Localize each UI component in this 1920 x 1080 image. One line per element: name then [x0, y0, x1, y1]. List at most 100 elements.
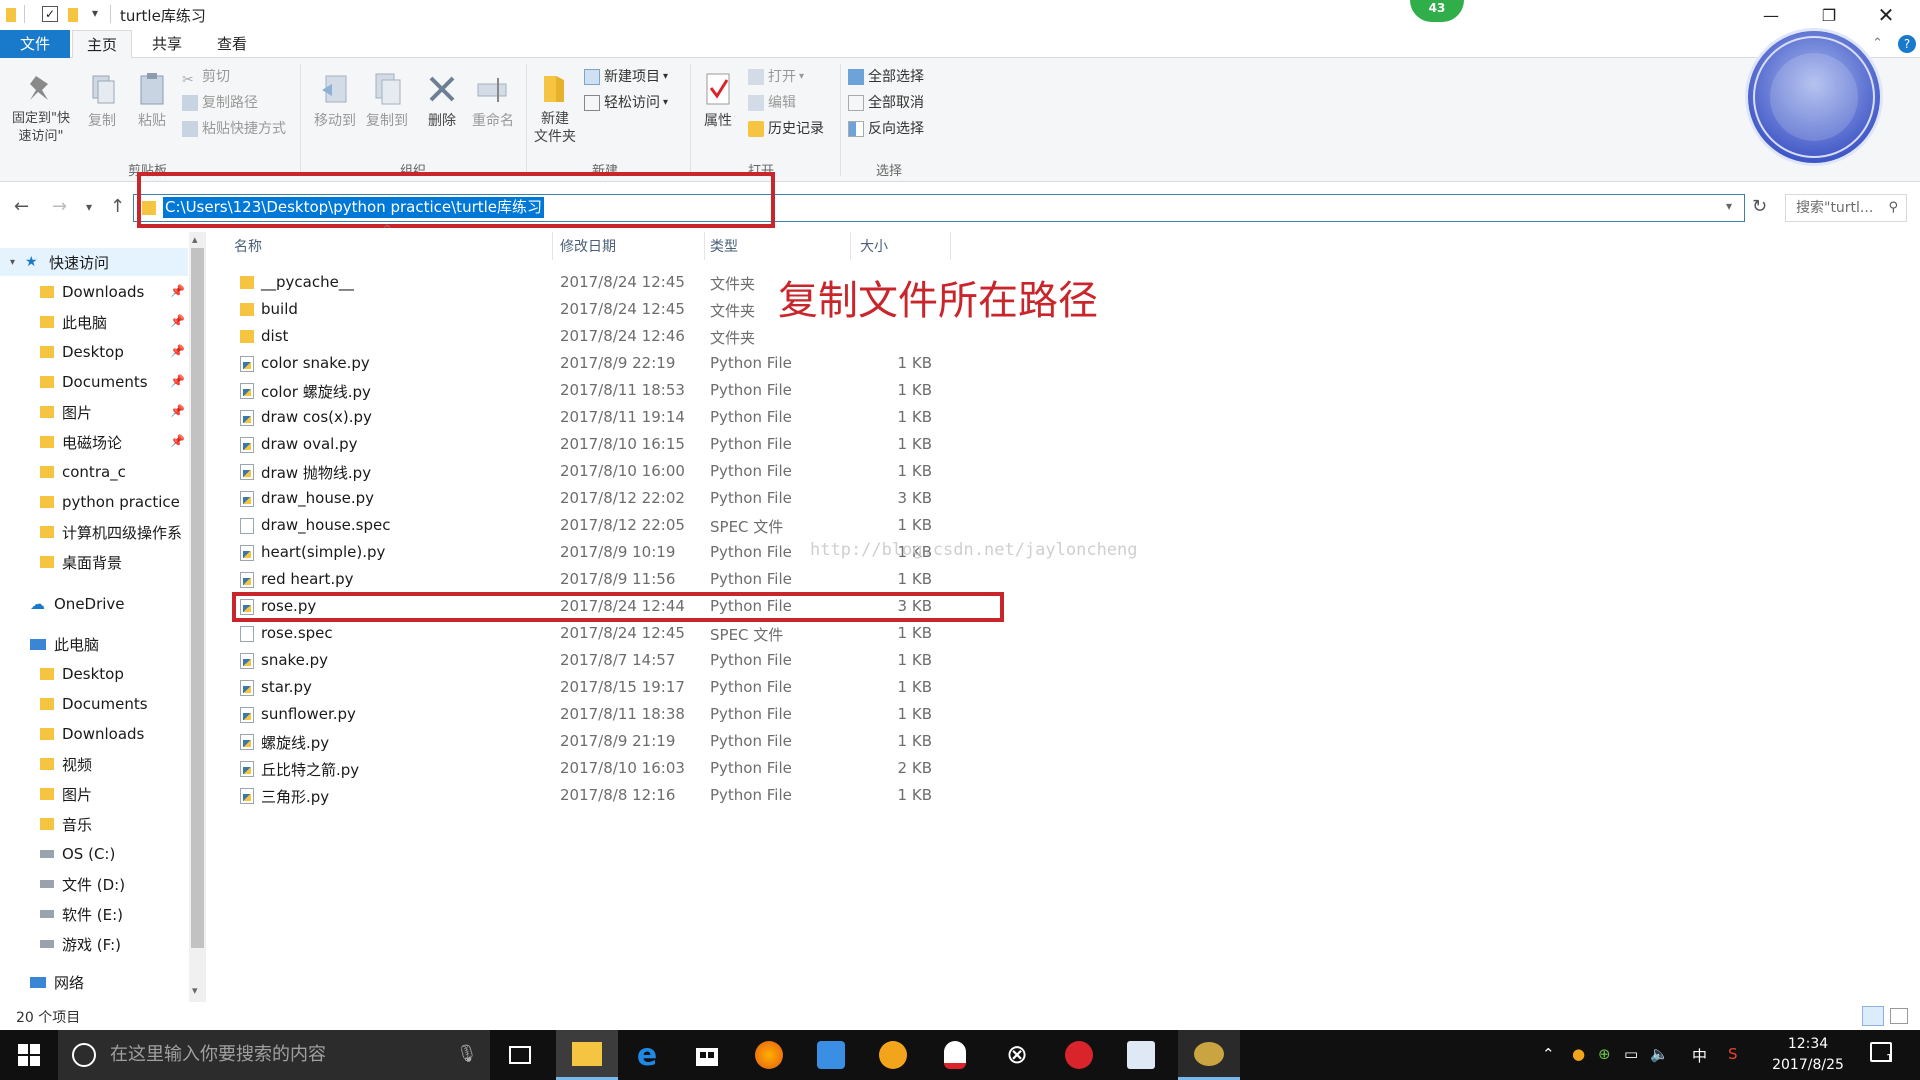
move-to-button[interactable]: 移动到: [310, 72, 360, 130]
tray-chevron-up-icon[interactable]: ⌃: [1542, 1045, 1555, 1063]
easy-access-button[interactable]: 轻松访问 ▾: [584, 92, 668, 114]
open-button[interactable]: 打开 ▾: [748, 66, 804, 88]
select-all-button[interactable]: 全部选择: [848, 66, 924, 88]
up-arrow-icon[interactable]: ↑: [110, 196, 125, 217]
tray-app-icon[interactable]: ●: [1572, 1045, 1585, 1063]
pin-icon[interactable]: 📌: [170, 284, 185, 298]
copy-path-button[interactable]: 复制路径: [182, 92, 258, 114]
copy-label: 复制: [88, 113, 116, 129]
baidu-netdisk-icon[interactable]: [814, 1038, 848, 1072]
sort-caret-icon: ^: [383, 224, 392, 235]
taskbar-clock[interactable]: 12:34 2017/8/25: [1768, 1034, 1848, 1076]
tab-share[interactable]: 共享: [138, 30, 196, 58]
taskbar-search-input[interactable]: 在这里输入你要搜索的内容: [58, 1030, 490, 1080]
scroll-up-icon[interactable]: ▴: [192, 233, 198, 246]
paste-shortcut-button[interactable]: 粘贴快捷方式: [182, 118, 286, 140]
tray-plus-icon[interactable]: ⊕: [1598, 1045, 1611, 1063]
select-none-button[interactable]: 全部取消: [848, 92, 924, 114]
table-row[interactable]: draw cos(x).py 2017/8/11 19:14 Python File…: [232, 404, 952, 431]
table-row[interactable]: sunflower.py 2017/8/11 18:38 Python File 1 …: [232, 701, 952, 728]
paste-button[interactable]: 粘贴: [132, 72, 172, 130]
table-row[interactable]: 螺旋线.py 2017/8/9 21:19 Python File 1 KB: [232, 728, 952, 755]
refresh-icon[interactable]: ↻: [1752, 196, 1767, 217]
recent-chevron-down-icon[interactable]: ▾: [86, 200, 92, 214]
column-header-modified[interactable]: 修改日期: [560, 236, 616, 256]
sogou-browser-icon[interactable]: [876, 1038, 910, 1072]
table-row[interactable]: star.py 2017/8/15 19:17 Python File 1 KB: [232, 674, 952, 701]
file-name: draw oval.py: [261, 435, 358, 453]
task-view-icon[interactable]: [503, 1038, 537, 1072]
table-row[interactable]: draw_house.py 2017/8/12 22:02 Python File 3…: [232, 485, 952, 512]
ime-indicator[interactable]: 中: [1692, 1045, 1707, 1066]
delete-button[interactable]: 删除: [420, 72, 464, 130]
new-folder-icon[interactable]: [68, 8, 78, 22]
feishu-mail-icon[interactable]: [1124, 1038, 1158, 1072]
tab-home[interactable]: 主页: [72, 30, 133, 59]
table-row[interactable]: red heart.py 2017/8/9 11:56 Python File 1 K…: [232, 566, 952, 593]
rename-button[interactable]: 重命名: [468, 72, 518, 130]
table-row[interactable]: draw 抛物线.py 2017/8/10 16:00 Python File 1 K…: [232, 458, 952, 485]
pin-icon[interactable]: 📌: [170, 314, 185, 328]
pin-icon[interactable]: 📌: [170, 404, 185, 418]
history-button[interactable]: 历史记录: [748, 118, 824, 140]
properties-button[interactable]: 属性: [696, 72, 740, 130]
column-header-size[interactable]: 大小: [860, 236, 888, 256]
tab-file[interactable]: 文件: [0, 30, 70, 58]
search-input[interactable]: 搜索"turtl... ⚲: [1785, 194, 1907, 222]
forward-arrow-icon[interactable]: →: [52, 196, 67, 217]
maximize-button[interactable]: ❐: [1801, 0, 1857, 30]
new-item-button[interactable]: 新建项目 ▾: [584, 66, 668, 88]
table-row[interactable]: color 螺旋线.py 2017/8/11 18:53 Python File 1 …: [232, 377, 952, 404]
firefox-icon[interactable]: [752, 1038, 786, 1072]
store-icon[interactable]: [690, 1038, 724, 1072]
help-icon[interactable]: ?: [1898, 35, 1916, 53]
qq-icon[interactable]: [938, 1038, 972, 1072]
edit-button[interactable]: 编辑: [748, 92, 796, 114]
table-row[interactable]: rose.spec 2017/8/24 12:45 SPEC 文件 1 KB: [232, 620, 952, 647]
table-row[interactable]: 丘比特之箭.py 2017/8/10 16:03 Python File 2 KB: [232, 755, 952, 782]
column-header-type[interactable]: 类型: [710, 236, 738, 256]
file-size: 1 KB: [897, 678, 932, 696]
column-header-name[interactable]: 名称: [234, 236, 262, 256]
large-icons-view-icon[interactable]: [1890, 1008, 1908, 1024]
edge-icon[interactable]: e: [630, 1038, 664, 1073]
back-arrow-icon[interactable]: ←: [14, 196, 29, 217]
cortana-icon[interactable]: [72, 1043, 96, 1067]
invert-selection-button[interactable]: 反向选择: [848, 118, 924, 140]
checkbox-icon[interactable]: ✓: [42, 6, 58, 22]
copy-to-button[interactable]: 复制到: [362, 72, 412, 130]
table-row[interactable]: snake.py 2017/8/7 14:57 Python File 1 KB: [232, 647, 952, 674]
xbox-icon[interactable]: ⊗: [1000, 1038, 1034, 1072]
netease-music-icon[interactable]: [1062, 1038, 1096, 1072]
minimize-button[interactable]: —: [1743, 0, 1799, 30]
address-dropdown-chevron-icon[interactable]: ▾: [1726, 199, 1732, 213]
microphone-icon[interactable]: 🎙: [456, 1044, 478, 1064]
table-row[interactable]: draw_house.spec 2017/8/12 22:05 SPEC 文件 1 K…: [232, 512, 952, 539]
nav-quick-access[interactable]: ▾ ★ 快速访问: [10, 248, 200, 276]
table-row[interactable]: 三角形.py 2017/8/8 12:16 Python File 1 KB: [232, 782, 952, 809]
windows-start-icon[interactable]: [12, 1038, 46, 1072]
cut-button[interactable]: ✂ 剪切: [182, 66, 230, 88]
volume-icon[interactable]: 🔈: [1650, 1045, 1669, 1063]
game-taskbar-button[interactable]: [1178, 1030, 1240, 1080]
file-explorer-taskbar-button[interactable]: [556, 1030, 618, 1080]
pin-icon[interactable]: 📌: [170, 374, 185, 388]
battery-icon[interactable]: ▭: [1624, 1045, 1638, 1063]
table-row[interactable]: dist 2017/8/24 12:46 文件夹: [232, 323, 952, 350]
tab-view[interactable]: 查看: [203, 30, 261, 58]
copy-button[interactable]: 复制: [82, 72, 122, 130]
details-view-icon[interactable]: [1862, 1006, 1884, 1026]
close-button[interactable]: ✕: [1858, 0, 1914, 30]
nav-scroll-thumb[interactable]: [191, 248, 204, 948]
file-name: color snake.py: [261, 354, 370, 372]
pin-icon[interactable]: 📌: [170, 344, 185, 358]
new-folder-button[interactable]: 新建 文件夹: [530, 72, 580, 146]
scroll-down-icon[interactable]: ▾: [192, 984, 198, 997]
sogou-ime-icon[interactable]: S: [1728, 1045, 1738, 1063]
pin-label: 固定到"快速访问": [12, 111, 70, 144]
table-row[interactable]: draw oval.py 2017/8/10 16:15 Python File 1 …: [232, 431, 952, 458]
pin-icon[interactable]: 📌: [170, 434, 185, 448]
table-row[interactable]: color snake.py 2017/8/9 22:19 Python File 1…: [232, 350, 952, 377]
pin-quick-access-button[interactable]: 固定到"快速访问": [6, 72, 76, 146]
qat-dropdown-icon[interactable]: ▾: [92, 6, 98, 20]
